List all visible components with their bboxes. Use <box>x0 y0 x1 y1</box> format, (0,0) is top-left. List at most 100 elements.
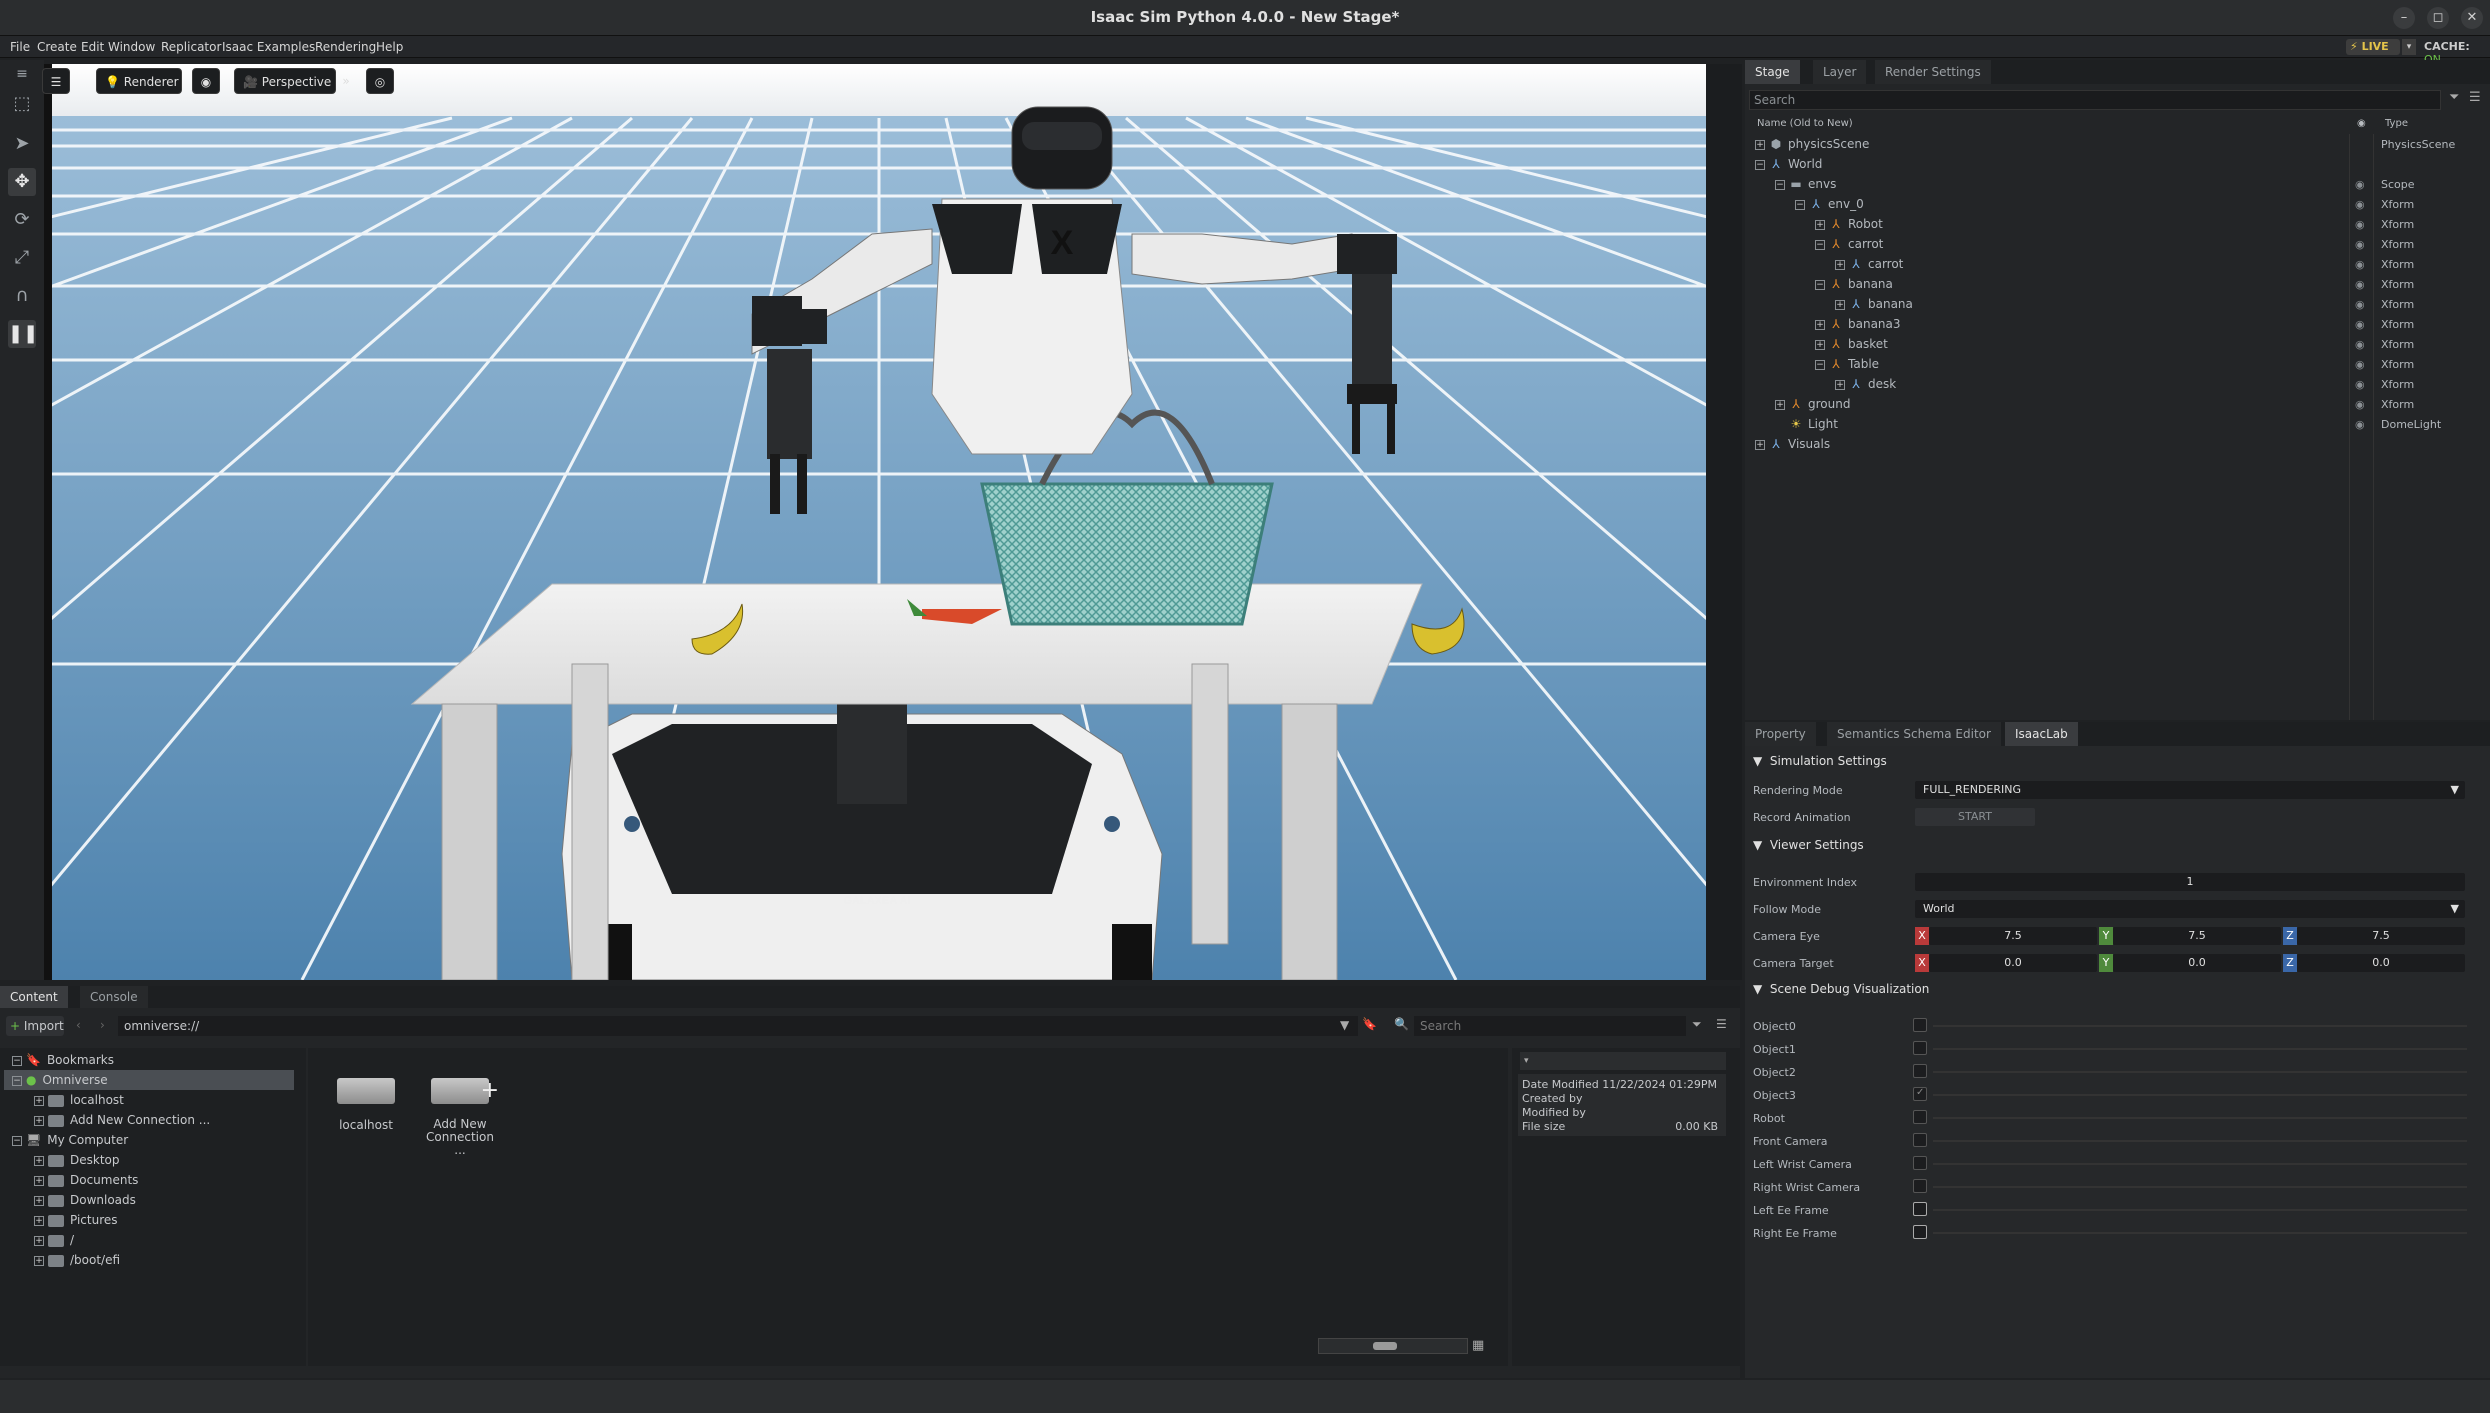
tree-row-table[interactable]: − ⅄ Table <box>1815 354 1879 374</box>
path-input[interactable]: omniverse:// <box>118 1016 1358 1036</box>
tab-render-settings[interactable]: Render Settings <box>1875 60 1991 84</box>
menu-create[interactable]: Create <box>37 40 77 54</box>
tab-layer[interactable]: Layer <box>1813 60 1867 84</box>
chevron-down-icon[interactable]: ▾ <box>2402 39 2416 55</box>
move-icon[interactable]: ✥ <box>8 168 36 196</box>
tree-row-carrot[interactable]: − ⅄ carrot <box>1815 234 1883 254</box>
live-toggle[interactable]: ⚡ LIVE <box>2346 39 2400 55</box>
visibility-eye-icon[interactable]: ◉ <box>2355 278 2365 291</box>
menu-rendering[interactable]: Rendering <box>315 40 376 54</box>
section-scene-debug-visualization[interactable]: ▼ Scene Debug Visualization <box>1753 978 1929 1000</box>
tree-item-pictures[interactable]: + Pictures <box>34 1210 118 1230</box>
tree-row-carrot-child[interactable]: + ⅄ carrot <box>1835 254 1903 274</box>
import-button[interactable]: + Import <box>6 1016 64 1036</box>
tree-item-add-connection[interactable]: + Add New Connection ... <box>34 1110 210 1130</box>
tree-item-bookmarks[interactable]: − 🔖 Bookmarks <box>12 1050 114 1070</box>
grid-view-icon[interactable]: ▦ <box>1472 1338 1484 1353</box>
menu-window[interactable]: Window <box>108 40 155 54</box>
tree-item-documents[interactable]: + Documents <box>34 1170 138 1190</box>
eye-icon[interactable]: ◉ <box>192 68 220 94</box>
content-search-input[interactable]: Search <box>1414 1016 1686 1036</box>
options-icon[interactable]: ☰ <box>2469 90 2481 105</box>
debug-checkbox[interactable] <box>1913 1133 1927 1147</box>
stage-search-input[interactable]: Search <box>1749 90 2441 110</box>
tree-item-desktop[interactable]: + Desktop <box>34 1150 120 1170</box>
visibility-eye-icon[interactable]: ◉ <box>2355 298 2365 311</box>
tree-row-desk[interactable]: + ⅄ desk <box>1835 374 1896 394</box>
tree-row-env0[interactable]: − ⅄ env_0 <box>1795 194 1864 214</box>
visibility-eye-icon[interactable]: ◉ <box>2355 258 2365 271</box>
camera-target-x-input[interactable]: 0.0 <box>1929 954 2097 972</box>
camera-button[interactable]: 🎥 Perspective <box>234 68 336 94</box>
visibility-eye-icon[interactable]: ◉ <box>2355 358 2365 371</box>
back-arrow-icon[interactable]: ‹ <box>76 1018 81 1032</box>
forward-arrow-icon[interactable]: › <box>100 1018 105 1032</box>
grid-item-add-connection[interactable]: + Add New Connection ... <box>420 1078 500 1157</box>
camera-target-z-input[interactable]: 0.0 <box>2297 954 2465 972</box>
menu-file[interactable]: File <box>10 40 30 54</box>
tree-item-omniverse[interactable]: − ● Omniverse <box>4 1070 294 1090</box>
visibility-eye-icon[interactable]: ◉ <box>2355 178 2365 191</box>
menu-replicator[interactable]: Replicator <box>161 40 221 54</box>
tree-row-physicsscene[interactable]: + ⬢ physicsScene <box>1755 134 1869 154</box>
debug-checkbox[interactable] <box>1913 1225 1927 1239</box>
settings-sliders-icon[interactable]: ☰ <box>42 68 70 94</box>
maximize-icon[interactable]: ◻ <box>2427 7 2449 29</box>
tree-row-banana[interactable]: − ⅄ banana <box>1815 274 1893 294</box>
menu-edit[interactable]: Edit <box>81 40 104 54</box>
debug-checkbox[interactable] <box>1913 1087 1927 1101</box>
visibility-eye-icon[interactable]: ◉ <box>2355 378 2365 391</box>
visibility-eye-icon[interactable]: ◉ <box>2355 218 2365 231</box>
record-start-button[interactable]: START <box>1915 808 2035 826</box>
rendering-mode-select[interactable]: FULL_RENDERING ▼ <box>1915 781 2465 799</box>
debug-checkbox[interactable] <box>1913 1202 1927 1216</box>
tree-row-basket[interactable]: + ⅄ basket <box>1815 334 1888 354</box>
scale-icon[interactable]: ⤢ <box>8 244 36 272</box>
visibility-eye-icon[interactable]: ◉ <box>2355 198 2365 211</box>
tab-semantics-schema-editor[interactable]: Semantics Schema Editor <box>1827 722 2001 746</box>
slider-handle[interactable] <box>1373 1342 1397 1350</box>
tree-row-light[interactable]: ☀ Light <box>1775 414 1838 434</box>
camera-eye-x-input[interactable]: 7.5 <box>1929 927 2097 945</box>
menu-isaac-examples[interactable]: Isaac Examples <box>222 40 315 54</box>
section-viewer-settings[interactable]: ▼ Viewer Settings <box>1753 834 1864 856</box>
tab-property[interactable]: Property <box>1745 722 1816 746</box>
tree-row-world[interactable]: − ⅄ World <box>1755 154 1822 174</box>
menu-help[interactable]: Help <box>376 40 403 54</box>
visibility-eye-icon[interactable]: ◉ <box>2355 318 2365 331</box>
follow-mode-select[interactable]: World ▼ <box>1915 900 2465 918</box>
tab-isaaclab[interactable]: IsaacLab <box>2005 722 2078 746</box>
camera-target-y-input[interactable]: 0.0 <box>2113 954 2281 972</box>
snap-magnet-icon[interactable]: ∩ <box>8 282 36 310</box>
visibility-eye-icon[interactable]: ◉ <box>2355 418 2365 431</box>
options-icon[interactable]: ☰ <box>1716 1017 1727 1031</box>
tab-content[interactable]: Content <box>0 986 68 1008</box>
tree-row-ground[interactable]: + ⅄ ground <box>1775 394 1850 414</box>
thumbnail-size-slider[interactable] <box>1318 1338 1468 1354</box>
chevron-down-icon[interactable]: ▼ <box>1340 1018 1349 1032</box>
tree-item-root[interactable]: + / <box>34 1230 74 1250</box>
viewport[interactable]: GALAXEA AI X <box>52 64 1706 980</box>
environment-index-input[interactable]: 1 <box>1915 873 2465 891</box>
filter-icon[interactable]: ⏷ <box>2449 90 2459 105</box>
section-simulation-settings[interactable]: ▼ Simulation Settings <box>1753 750 1887 772</box>
grid-item-localhost[interactable]: localhost <box>334 1078 398 1132</box>
chevron-down-icon[interactable]: ▾ <box>1520 1052 1726 1070</box>
col-type-header[interactable]: Type <box>2385 118 2408 134</box>
minimize-icon[interactable]: – <box>2393 7 2415 29</box>
camera-eye-z-input[interactable]: 7.5 <box>2297 927 2465 945</box>
bookmark-icon[interactable]: 🔖 <box>1362 1017 1377 1031</box>
tree-row-banana-child[interactable]: + ⅄ banana <box>1835 294 1913 314</box>
tree-row-visuals[interactable]: + ⅄ Visuals <box>1755 434 1830 454</box>
debug-checkbox[interactable] <box>1913 1110 1927 1124</box>
tree-item-boot-efi[interactable]: +/boot/efi <box>34 1250 120 1270</box>
camera-eye-y-input[interactable]: 7.5 <box>2113 927 2281 945</box>
debug-checkbox[interactable] <box>1913 1179 1927 1193</box>
menu-lines-icon[interactable]: ≡ <box>8 60 36 88</box>
tree-row-banana3[interactable]: + ⅄ banana3 <box>1815 314 1901 334</box>
tree-item-localhost[interactable]: + localhost <box>34 1090 124 1110</box>
renderer-button[interactable]: 💡 Renderer <box>96 68 182 94</box>
debug-checkbox[interactable] <box>1913 1064 1927 1078</box>
tree-row-envs[interactable]: − ▬ envs <box>1775 174 1836 194</box>
tree-item-downloads[interactable]: + Downloads <box>34 1190 136 1210</box>
